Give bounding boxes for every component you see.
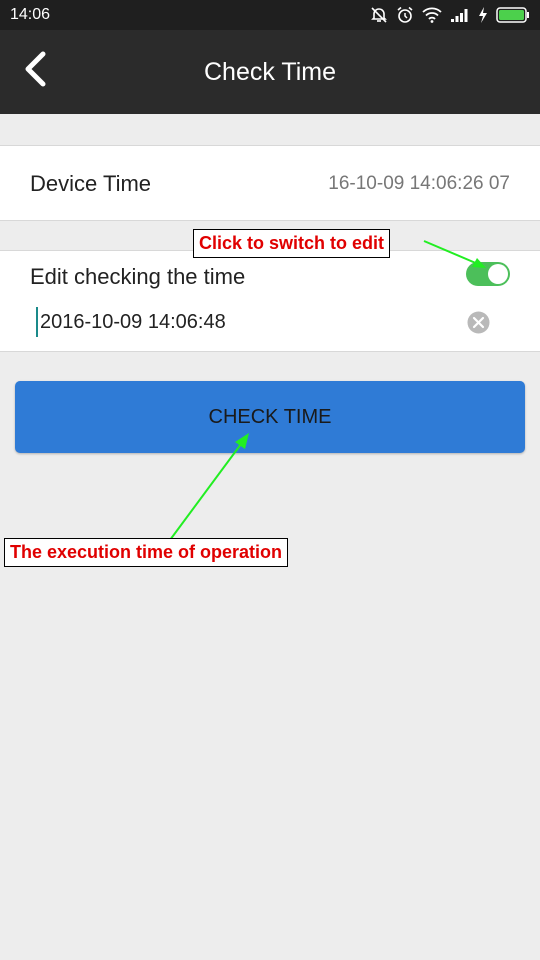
clear-icon — [467, 311, 490, 334]
device-time-label: Device Time — [30, 171, 152, 196]
wifi-icon — [422, 7, 442, 23]
toolbar: Check Time — [0, 30, 540, 114]
device-time-value: 16-10-09 14:06:26 07 — [328, 173, 510, 194]
time-input[interactable] — [36, 307, 450, 337]
check-time-button[interactable]: CHECK TIME — [15, 381, 525, 453]
charging-icon — [479, 7, 487, 23]
silent-icon — [371, 7, 387, 23]
alarm-icon — [397, 6, 413, 23]
edit-time-section: Edit checking the time — [0, 250, 540, 352]
clear-button[interactable] — [467, 311, 490, 334]
edit-time-label: Edit checking the time — [30, 264, 246, 289]
annotation-arrows — [169, 240, 486, 541]
edit-toggle-switch[interactable] — [466, 262, 510, 286]
status-time: 14:06 — [10, 6, 51, 23]
page-title: Check Time — [204, 58, 336, 86]
signal-icon — [451, 9, 468, 22]
battery-icon — [496, 7, 529, 23]
annotation-switch-label: Click to switch to edit — [193, 229, 391, 258]
status-icons — [370, 5, 530, 25]
annotation-execution-label: The execution time of operation — [4, 538, 289, 567]
device-time-row: Device Time 16-10-09 14:06:26 07 — [0, 145, 540, 221]
toggle-knob — [488, 264, 508, 284]
status-bar: 14:06 — [0, 0, 540, 30]
